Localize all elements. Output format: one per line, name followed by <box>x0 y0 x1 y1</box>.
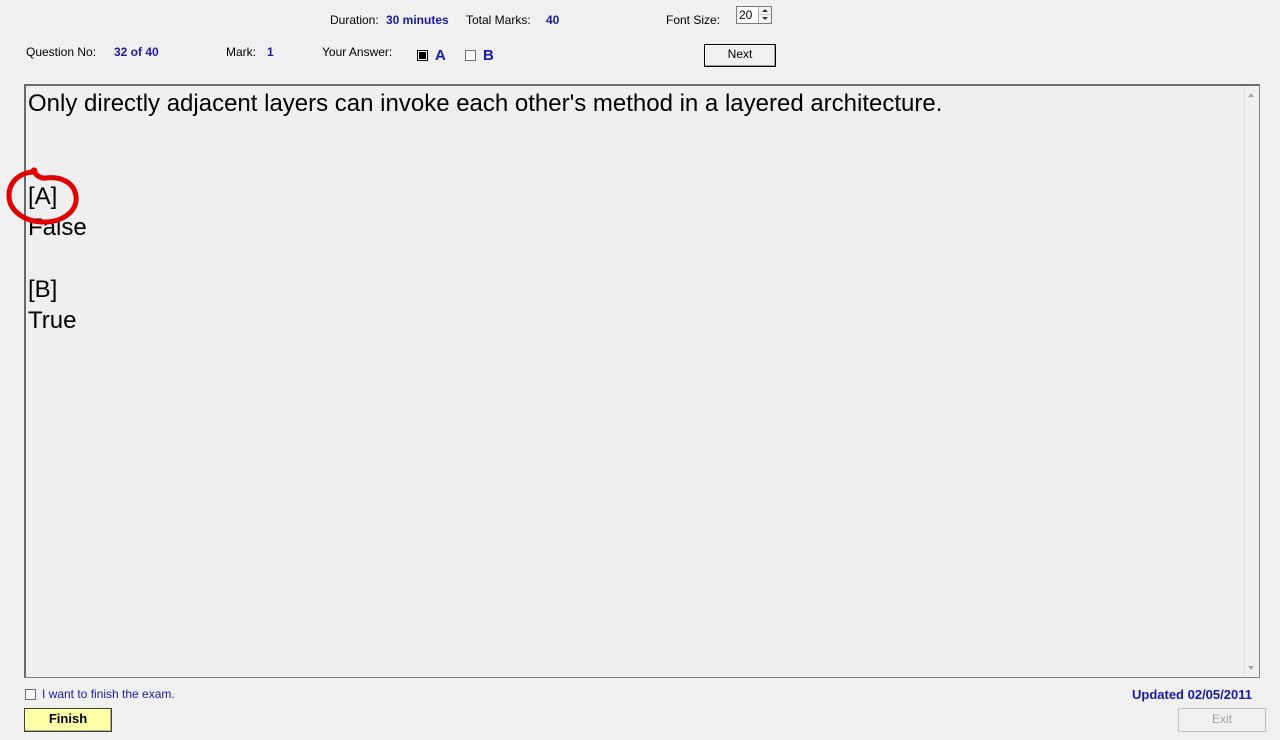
question-no-value: 32 of 40 <box>114 45 159 59</box>
answer-a-letter[interactable]: A <box>435 47 446 64</box>
duration-value: 30 minutes <box>386 13 449 27</box>
question-no-label: Question No: <box>26 45 97 59</box>
spinner-down-button[interactable] <box>759 15 771 23</box>
total-marks-label: Total Marks: <box>466 13 531 27</box>
your-answer-label: Your Answer: <box>322 45 393 59</box>
updated-date: Updated 02/05/2011 <box>1132 687 1252 702</box>
scroll-up-arrow-icon[interactable] <box>1248 93 1254 97</box>
font-size-spinner[interactable]: 20 <box>736 6 772 24</box>
question-content-text: Only directly adjacent layers can invoke… <box>28 88 942 336</box>
spinner-up-button[interactable] <box>759 7 771 15</box>
option-a-tag: [A] <box>28 183 58 210</box>
exit-button[interactable]: Exit <box>1178 708 1266 732</box>
font-size-label: Font Size: <box>666 13 721 27</box>
spinner-buttons <box>758 7 771 23</box>
answer-b-letter[interactable]: B <box>483 47 494 64</box>
finish-exam-checkbox-label[interactable]: I want to finish the exam. <box>42 687 175 701</box>
finish-exam-checkbox[interactable] <box>25 689 36 700</box>
total-marks-value: 40 <box>546 13 560 27</box>
finish-button[interactable]: Finish <box>24 708 112 732</box>
option-a-text: False <box>28 214 87 241</box>
next-button[interactable]: Next <box>704 44 776 67</box>
answer-a-checkbox[interactable] <box>417 50 428 61</box>
mark-label: Mark: <box>226 45 256 59</box>
font-size-value[interactable]: 20 <box>739 8 752 22</box>
duration-label: Duration: <box>330 13 379 27</box>
option-b-text: True <box>28 307 77 334</box>
answer-b-checkbox[interactable] <box>465 50 476 61</box>
scroll-down-arrow-icon[interactable] <box>1248 666 1254 670</box>
vertical-scrollbar[interactable] <box>1244 86 1259 677</box>
question-content-box[interactable]: Only directly adjacent layers can invoke… <box>24 84 1260 678</box>
option-b-tag: [B] <box>28 276 58 303</box>
mark-value: 1 <box>267 45 274 59</box>
arrow-down-icon <box>762 17 768 20</box>
arrow-up-icon <box>762 9 768 12</box>
question-text: Only directly adjacent layers can invoke… <box>28 90 943 117</box>
